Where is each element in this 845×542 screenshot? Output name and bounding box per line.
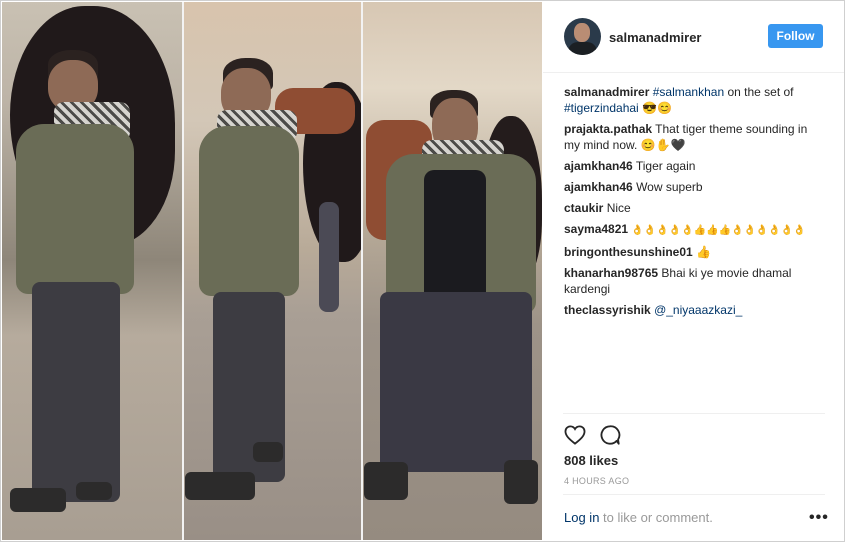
follow-button[interactable]: Follow xyxy=(768,24,823,48)
comment: theclassyrishik @_niyaaazkazi_ xyxy=(564,302,826,318)
more-options-icon[interactable]: ••• xyxy=(809,509,829,527)
login-link[interactable]: Log in xyxy=(564,510,599,525)
caption-username[interactable]: salmanadmirer xyxy=(564,85,649,99)
comments-list: salmanadmirer #salmankhan on the set of … xyxy=(564,84,826,323)
photo-panel-middle xyxy=(183,2,362,540)
login-prompt: Log in to like or comment. xyxy=(564,510,713,525)
caption: salmanadmirer #salmankhan on the set of … xyxy=(564,84,826,116)
photo-divider xyxy=(182,2,184,540)
caption-emoji: 😎😊 xyxy=(638,101,672,115)
comment-icon[interactable] xyxy=(599,424,621,451)
comment-username[interactable]: bringonthesunshine01 xyxy=(564,245,693,259)
comment: prajakta.pathak That tiger theme soundin… xyxy=(564,121,826,153)
comment-username[interactable]: ajamkhan46 xyxy=(564,180,633,194)
comment-text: Wow superb xyxy=(636,180,703,194)
likes-count[interactable]: 808 likes xyxy=(564,453,618,468)
post-header: salmanadmirer Follow xyxy=(543,2,844,73)
comment: ajamkhan46 Tiger again xyxy=(564,158,826,174)
photo-panel-right xyxy=(362,2,542,540)
comment-mention[interactable]: @_niyaaazkazi_ xyxy=(654,303,742,317)
comment-username[interactable]: theclassyrishik xyxy=(564,303,651,317)
comment: ajamkhan46 Wow superb xyxy=(564,179,826,195)
comment-username[interactable]: sayma4821 xyxy=(564,222,628,236)
divider xyxy=(563,494,825,495)
comment: bringonthesunshine01 👍 xyxy=(564,244,826,260)
comment: ctaukir Nice xyxy=(564,200,826,216)
comment: khanarhan98765 Bhai ki ye movie dhamal k… xyxy=(564,265,826,297)
post-sidebar: salmanadmirer Follow salmanadmirer #salm… xyxy=(543,2,844,540)
photo-divider xyxy=(361,2,363,540)
header-username[interactable]: salmanadmirer xyxy=(609,30,702,45)
hashtag-salmankhan[interactable]: #salmankhan xyxy=(653,85,724,99)
hashtag-tigerzindahai[interactable]: #tigerzindahai xyxy=(564,101,639,115)
comment-text: 👌👌👌👌👌👍👍👍👌👌👌👌👌👌 xyxy=(631,225,806,236)
comment-username[interactable]: ajamkhan46 xyxy=(564,159,633,173)
divider xyxy=(563,413,825,414)
post-photo[interactable] xyxy=(2,2,542,540)
instagram-post: salmanadmirer Follow salmanadmirer #salm… xyxy=(0,0,845,542)
caption-text: on the set of xyxy=(724,85,794,99)
heart-icon[interactable] xyxy=(564,425,586,450)
post-timestamp[interactable]: 4 HOURS AGO xyxy=(564,476,629,486)
comment-text: Tiger again xyxy=(635,159,696,173)
comment-text: 👍 xyxy=(696,245,711,259)
comment-username[interactable]: khanarhan98765 xyxy=(564,266,658,280)
comment: sayma4821 👌👌👌👌👌👍👍👍👌👌👌👌👌👌 xyxy=(564,221,826,239)
post-actions: 808 likes 4 HOURS AGO Log in to like or … xyxy=(543,413,844,539)
comment-text: Nice xyxy=(606,201,631,215)
comment-username[interactable]: ctaukir xyxy=(564,201,603,215)
avatar[interactable] xyxy=(564,18,601,55)
comment-username[interactable]: prajakta.pathak xyxy=(564,122,652,136)
photo-panel-left xyxy=(2,2,183,540)
login-prompt-text: to like or comment. xyxy=(599,510,713,525)
